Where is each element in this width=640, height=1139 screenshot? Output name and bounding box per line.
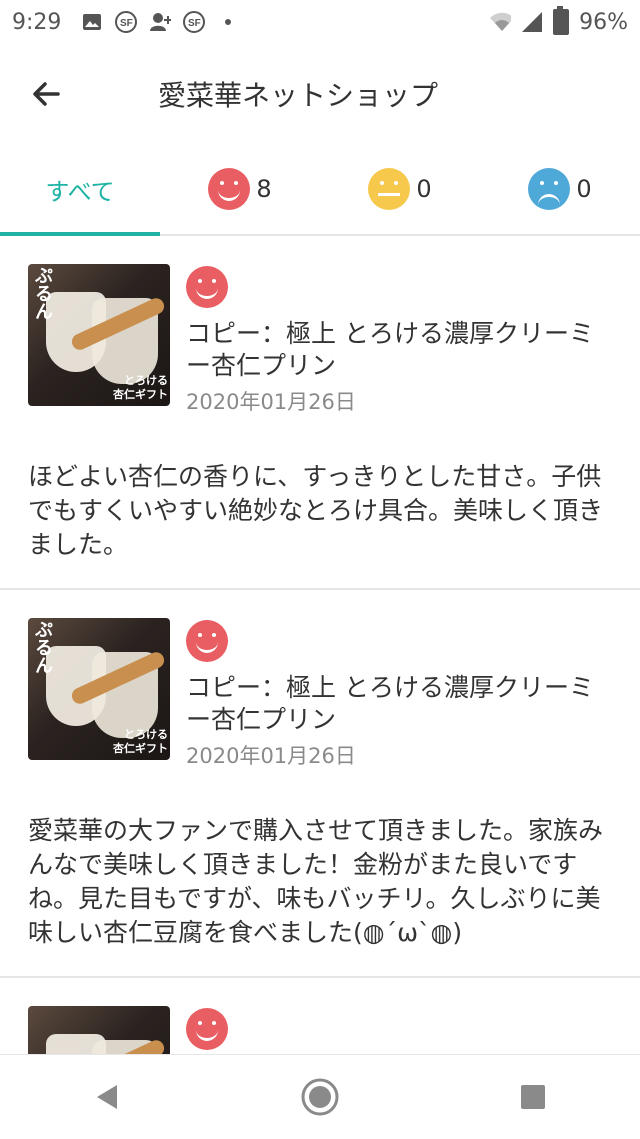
battery-level: 96%	[579, 9, 628, 35]
product-thumbnail[interactable]	[28, 1006, 170, 1056]
tab-good-count: 8	[256, 175, 272, 203]
sf-icon: SF	[183, 11, 206, 33]
review-item[interactable]: ぷるん とろける 杏仁ギフト コピー：極上 とろける濃厚クリーミー杏仁プリン 20…	[0, 590, 640, 978]
review-list[interactable]: ぷるん とろける 杏仁ギフト コピー：極上 とろける濃厚クリーミー杏仁プリン 20…	[0, 236, 640, 1056]
neutral-face-icon	[368, 168, 411, 210]
svg-text:SF: SF	[188, 18, 201, 29]
arrow-left-icon	[33, 82, 60, 106]
tab-good[interactable]: 8	[160, 144, 320, 234]
sad-face-icon	[528, 168, 571, 210]
tab-neutral-count: 0	[416, 175, 432, 203]
tab-neutral[interactable]: 0	[320, 144, 480, 234]
svg-text:SF: SF	[120, 18, 133, 29]
review-item[interactable]: ぷるん とろける 杏仁ギフト コピー：極上 とろける濃厚クリーミー杏仁プリン 20…	[0, 236, 640, 590]
product-thumbnail[interactable]: ぷるん とろける 杏仁ギフト	[28, 618, 170, 760]
back-triangle-icon	[96, 1085, 117, 1109]
review-date: 2020年01月26日	[186, 744, 356, 768]
product-name[interactable]: コピー：極上 とろける濃厚クリーミー杏仁プリン	[186, 318, 612, 382]
back-button[interactable]	[16, 64, 76, 124]
app-bar: 愛菜華ネットショップ	[0, 44, 640, 144]
review-date: 2020年01月26日	[186, 390, 356, 414]
review-item-partial[interactable]	[0, 978, 640, 1056]
smile-face-icon	[186, 1008, 228, 1050]
battery-icon	[553, 6, 570, 35]
status-time: 9:29	[12, 9, 62, 35]
tab-all-label: すべて	[45, 177, 115, 206]
sf-icon: SF	[115, 11, 138, 33]
nav-recents-button[interactable]	[503, 1067, 563, 1127]
add-user-icon	[149, 12, 172, 32]
nav-back-button[interactable]	[77, 1067, 137, 1127]
nav-home-button[interactable]	[290, 1067, 350, 1127]
system-nav-bar	[0, 1054, 640, 1139]
recents-square-icon	[521, 1085, 546, 1109]
review-comment: 愛菜華の大ファンで購入させて頂きました。家族みんなで美味しく頂きました！金粉がま…	[28, 816, 604, 947]
dot-icon	[217, 12, 239, 32]
image-icon	[81, 12, 103, 32]
product-name[interactable]: コピー：極上 とろける濃厚クリーミー杏仁プリン	[186, 672, 612, 736]
signal-icon	[521, 12, 543, 32]
rating-tabs: すべて 8 0 0	[0, 144, 640, 236]
product-thumbnail[interactable]: ぷるん とろける 杏仁ギフト	[28, 264, 170, 406]
tab-bad-count: 0	[576, 175, 592, 203]
tab-bad[interactable]: 0	[480, 144, 640, 234]
wifi-icon	[489, 12, 512, 32]
review-comment: ほどよい杏仁の香りに、すっきりとした甘さ。子供でもすくいやすい絶妙なとろけ具合。…	[28, 462, 604, 559]
smile-face-icon	[186, 266, 228, 308]
page-title: 愛菜華ネットショップ	[158, 79, 439, 112]
smile-face-icon	[186, 620, 228, 662]
status-bar: 9:29 SF SF 96%	[0, 0, 640, 44]
smile-face-icon	[208, 168, 251, 210]
tab-all[interactable]: すべて	[0, 144, 160, 236]
home-circle-icon	[301, 1078, 339, 1116]
